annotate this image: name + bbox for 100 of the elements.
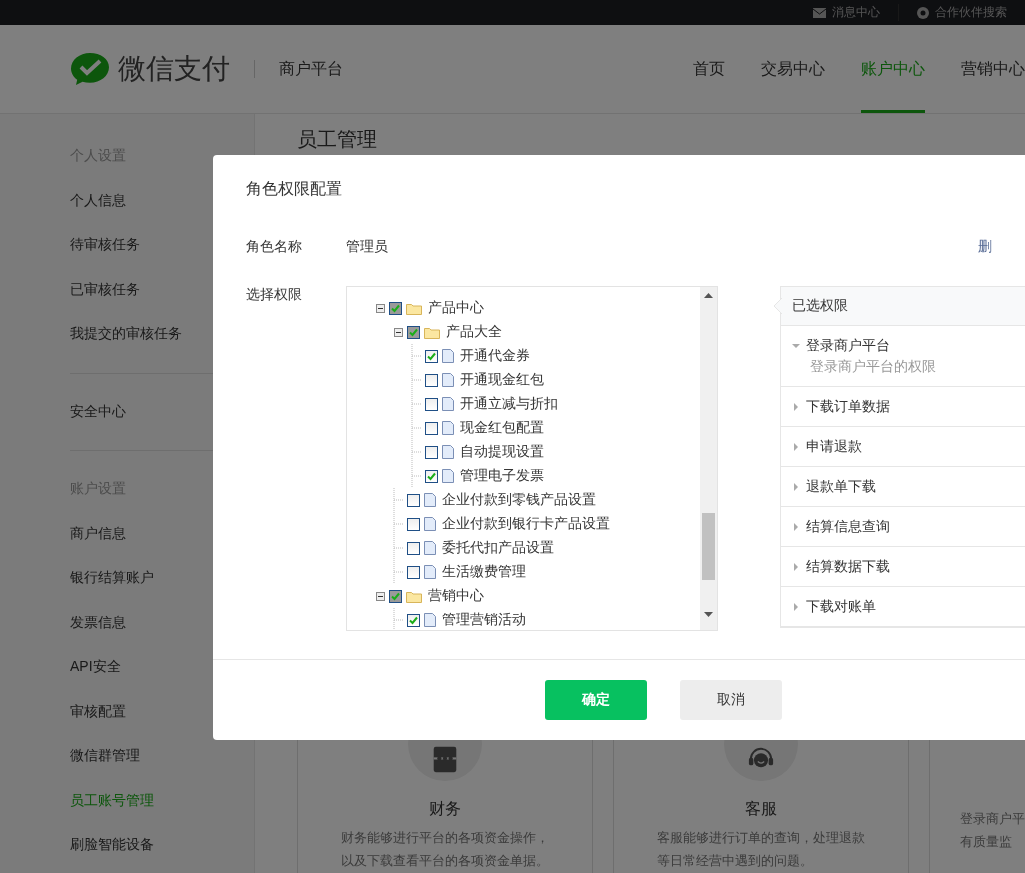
file-icon <box>424 517 436 531</box>
sidebar-item[interactable]: 审核配置 <box>70 702 126 721</box>
permission-name[interactable]: 申请退款 <box>806 437 862 456</box>
checkbox[interactable] <box>425 397 438 411</box>
checkbox[interactable] <box>425 445 438 459</box>
tree-label[interactable]: 委托代扣产品设置 <box>442 539 554 557</box>
file-icon <box>442 445 454 459</box>
tree-connector <box>411 392 421 416</box>
checkbox[interactable] <box>389 301 402 315</box>
tree-label[interactable]: 产品大全 <box>446 323 502 341</box>
tree-label[interactable]: 企业付款到银行卡产品设置 <box>442 515 610 533</box>
card-description: 登录商户平 <box>960 810 1025 828</box>
card-title: 财务 <box>429 799 461 819</box>
tree-label[interactable]: 开通现金红包 <box>460 371 544 389</box>
sidebar-item[interactable]: 安全中心 <box>70 402 126 421</box>
checkbox[interactable] <box>425 373 438 387</box>
file-icon <box>442 373 454 387</box>
tree-label[interactable]: 产品中心 <box>428 299 484 317</box>
file-icon <box>442 421 454 435</box>
permission-name[interactable]: 下载对账单 <box>806 597 876 616</box>
dialog-title: 角色权限配置 <box>245 179 343 199</box>
delete-link[interactable]: 删 <box>978 238 992 256</box>
platform-name: 商户平台 <box>279 58 343 79</box>
collapse-icon[interactable] <box>375 303 385 313</box>
cancel-button[interactable]: 取消 <box>679 680 782 720</box>
file-icon <box>442 397 454 411</box>
card-description: 以及下载查看平台的各项资金单据。 <box>341 852 549 870</box>
role-name: 管理员 <box>346 238 388 256</box>
permission-name[interactable]: 下载订单数据 <box>806 397 890 416</box>
checkbox[interactable] <box>407 493 420 507</box>
nav-tab[interactable]: 交易中心 <box>761 25 825 113</box>
brand-name: 微信支付 <box>118 52 230 86</box>
permission-name[interactable]: 登录商户平台 <box>806 336 890 355</box>
tree-label[interactable]: 管理电子发票 <box>460 467 544 485</box>
scroll-up-icon[interactable] <box>704 293 713 298</box>
mail-icon <box>813 7 826 18</box>
checkbox[interactable] <box>407 517 420 531</box>
card-description: 客服能够进行订单的查询，处理退款 <box>657 829 865 847</box>
tree-label[interactable]: 开通立减与折扣 <box>460 395 558 413</box>
scrollbar-thumb[interactable] <box>702 513 715 580</box>
checkbox[interactable] <box>425 349 438 363</box>
sidebar-item[interactable]: 刷脸智能设备 <box>70 836 154 855</box>
tree-connector <box>393 512 403 536</box>
page-title: 员工管理 <box>297 127 378 152</box>
tree-connector <box>393 560 403 584</box>
sidebar-item[interactable]: 待审核任务 <box>70 236 140 255</box>
card-description: 财务能够进行平台的各项资金操作， <box>341 829 549 847</box>
permission-name[interactable]: 结算信息查询 <box>806 517 890 536</box>
tree-connector <box>411 440 421 464</box>
tree-connector <box>393 536 403 560</box>
nav-tab[interactable]: 首页 <box>693 25 725 113</box>
panel-title: 已选权限 <box>792 297 848 315</box>
folder-icon <box>406 589 422 603</box>
file-icon <box>424 613 436 627</box>
file-icon <box>424 541 436 555</box>
sidebar-item[interactable]: 我提交的审核任务 <box>70 325 182 344</box>
tree-label[interactable]: 生活缴费管理 <box>442 563 526 581</box>
checkbox[interactable] <box>425 421 438 435</box>
sidebar-item[interactable]: 银行结算账户 <box>70 569 154 588</box>
tree-connector <box>411 464 421 488</box>
sidebar-item[interactable]: API安全 <box>70 658 121 677</box>
tree-label[interactable]: 自动提现设置 <box>460 443 544 461</box>
collapse-icon[interactable] <box>393 327 403 337</box>
permission-name[interactable]: 结算数据下载 <box>806 557 890 576</box>
checkbox[interactable] <box>407 325 420 339</box>
checkbox[interactable] <box>407 565 420 579</box>
sidebar-item[interactable]: 微信群管理 <box>70 747 140 766</box>
tree-label[interactable]: 管理营销活动 <box>442 611 526 629</box>
sidebar-item[interactable]: 个人信息 <box>70 191 126 210</box>
folder-icon <box>424 325 440 339</box>
checkbox[interactable] <box>407 613 420 627</box>
tree-connector <box>411 344 421 368</box>
tree-connector <box>393 488 403 512</box>
file-icon <box>424 493 436 507</box>
checkbox[interactable] <box>389 589 402 603</box>
sidebar-item[interactable]: 已审核任务 <box>70 280 140 299</box>
folder-icon <box>406 301 422 315</box>
file-icon <box>424 565 436 579</box>
collapse-icon[interactable] <box>375 591 385 601</box>
file-icon <box>442 469 454 483</box>
nav-tab[interactable]: 营销中心 <box>961 25 1025 113</box>
sidebar-item[interactable]: 商户信息 <box>70 524 126 543</box>
tree-label[interactable]: 企业付款到零钱产品设置 <box>442 491 596 509</box>
field-label: 选择权限 <box>246 286 302 302</box>
scroll-down-icon[interactable] <box>704 612 713 617</box>
permission-description: 登录商户平台的权限 <box>810 358 937 376</box>
permission-name[interactable]: 退款单下载 <box>806 477 876 496</box>
tree-label[interactable]: 现金红包配置 <box>460 419 544 437</box>
card-description: 等日常经营中遇到的问题。 <box>657 852 814 870</box>
file-icon <box>442 349 454 363</box>
checkbox[interactable] <box>425 469 438 483</box>
card-title: 客服 <box>745 799 777 819</box>
sidebar-item[interactable]: 发票信息 <box>70 613 126 632</box>
tree-connector <box>411 416 421 440</box>
card-description: 有质量监 <box>960 833 1013 851</box>
checkbox[interactable] <box>407 541 420 555</box>
tree-label[interactable]: 营销中心 <box>428 587 484 605</box>
tree-connector <box>411 368 421 392</box>
tree-label[interactable]: 开通代金券 <box>460 347 530 365</box>
logo-icon <box>70 52 110 86</box>
